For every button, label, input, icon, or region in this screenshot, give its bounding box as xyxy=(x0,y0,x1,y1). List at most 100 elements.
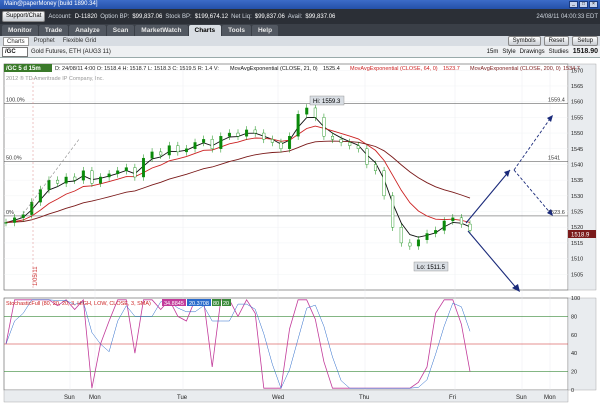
candle xyxy=(331,135,335,140)
account-bar: Support/Chat Account: D-11820 Option BP:… xyxy=(0,9,600,24)
studies-menu[interactable]: Studies xyxy=(549,47,569,57)
candle xyxy=(73,176,77,181)
osc-tick-label: 60 xyxy=(571,333,577,339)
tab-marketwatch[interactable]: MarketWatch xyxy=(135,25,188,36)
candle xyxy=(210,139,214,149)
time-tick-label: Mon xyxy=(89,395,101,401)
price-tick-label: 1540 xyxy=(571,162,583,168)
candle xyxy=(4,222,8,224)
candle xyxy=(348,142,352,146)
time-tick-label: Fri xyxy=(449,395,456,401)
tab-trade[interactable]: Trade xyxy=(38,25,69,36)
symbols-button[interactable]: Symbols xyxy=(507,36,541,46)
candle xyxy=(382,170,386,197)
symbol-input[interactable]: /GC xyxy=(2,46,28,57)
candle xyxy=(425,233,429,240)
price-tick-label: 1535 xyxy=(571,178,583,184)
net-liq-label: Net Liq: xyxy=(231,13,252,20)
fib-level-label: 0% xyxy=(6,210,14,216)
time-tick-label: Thu xyxy=(359,395,369,401)
candle xyxy=(365,148,369,165)
stock-bp-value: $199,674.12 xyxy=(194,13,229,20)
study-legend-value: 1523.7 xyxy=(443,66,460,72)
option-bp-label: Option BP: xyxy=(100,13,130,20)
candle xyxy=(90,170,94,184)
avail-value: $99,837.06 xyxy=(305,13,336,20)
stoch-fullk: 34.8845 xyxy=(164,301,184,307)
reset-button[interactable]: Reset xyxy=(543,36,570,46)
account-label: Account: xyxy=(48,13,72,20)
candle xyxy=(141,157,145,178)
candle xyxy=(296,114,300,137)
price-tick-label: 1545 xyxy=(571,147,583,153)
candle xyxy=(356,145,360,149)
study-legend-label: MovAvgExponential (CLOSE, 64, 0) xyxy=(350,66,438,72)
stoch-overbought: 80 xyxy=(213,301,219,307)
candle xyxy=(451,217,455,222)
tab-monitor[interactable]: Monitor xyxy=(2,25,38,36)
candle xyxy=(408,242,412,247)
fib-value-label: 1559.4 xyxy=(548,98,565,104)
interval-selector[interactable]: 15m xyxy=(487,47,499,57)
price-tick-label: 1565 xyxy=(571,84,583,90)
candle xyxy=(219,135,223,149)
drawings-menu[interactable]: Drawings xyxy=(520,47,545,57)
time-tick-label: Sun xyxy=(516,395,527,401)
minimize-icon[interactable]: _ xyxy=(569,1,578,8)
price-tick-label: 1555 xyxy=(571,115,583,121)
price-tick-label: 1515 xyxy=(571,241,583,247)
candle xyxy=(133,167,137,178)
subtab-charts[interactable]: Charts xyxy=(3,36,29,46)
stoch-fulld: 20.3708 xyxy=(189,301,209,307)
account-id[interactable]: D-11820 xyxy=(75,14,98,20)
net-liq-value: $99,837.06 xyxy=(254,13,285,20)
support-chat-button[interactable]: Support/Chat xyxy=(2,11,46,22)
tab-scan[interactable]: Scan xyxy=(106,25,135,36)
candle xyxy=(21,214,25,219)
study-legend-value: 1525.4 xyxy=(323,66,340,72)
osc-tick-label: 40 xyxy=(571,351,577,357)
osc-tick-label: 100 xyxy=(571,296,580,302)
time-tick-label: Mon xyxy=(544,395,556,401)
oscillator-axis[interactable] xyxy=(567,297,597,391)
candle xyxy=(270,139,274,143)
stoch-legend-label: StochasticFull (80, 20, 20, 3, HIGH, LOW… xyxy=(6,301,151,307)
fib-level-label: 50.0% xyxy=(6,155,22,161)
candle xyxy=(305,107,309,115)
candle xyxy=(202,139,206,143)
candle xyxy=(38,189,42,203)
style-menu[interactable]: Style xyxy=(502,47,515,57)
candle xyxy=(279,142,283,149)
price-tick-label: 1530 xyxy=(571,194,583,200)
close-icon[interactable]: × xyxy=(589,1,598,8)
candle xyxy=(373,164,377,171)
candle xyxy=(47,179,51,190)
subtab-prophet[interactable]: Prophet xyxy=(31,37,58,46)
candle xyxy=(56,179,60,184)
copyright: 2012 ® TD Ameritrade IP Company, Inc. xyxy=(6,75,104,82)
study-legend-value: 1534.7 xyxy=(563,66,580,72)
osc-tick-label: 0 xyxy=(571,388,574,394)
candle xyxy=(107,173,111,178)
low-label: Lo: 1511.5 xyxy=(417,265,446,271)
tab-analyze[interactable]: Analyze xyxy=(69,25,106,36)
date-marker-label: 1/05/11 xyxy=(33,266,39,286)
price-tick-label: 1560 xyxy=(571,100,583,106)
chart-svg[interactable]: 1570156515601555155015451540153515301525… xyxy=(0,58,600,416)
tab-help[interactable]: Help xyxy=(251,25,279,36)
candle xyxy=(81,170,85,181)
maximize-icon[interactable]: □ xyxy=(579,1,588,8)
osc-tick-label: 20 xyxy=(571,370,577,376)
tab-tools[interactable]: Tools xyxy=(222,25,251,36)
setup-button[interactable]: Setup xyxy=(572,36,598,46)
candle xyxy=(184,148,188,153)
avail-label: Avail: xyxy=(287,13,303,20)
subtab-flexible-grid[interactable]: Flexible Grid xyxy=(60,37,100,46)
chart-area[interactable]: 1570 1565 1560 1555 1550 1545 1540 1535 1530 1525… xyxy=(0,58,600,416)
candle xyxy=(434,230,438,234)
window-titlebar: Main@paperMoney [build 1890.34] _ □ × xyxy=(0,0,600,9)
candle xyxy=(99,176,103,184)
tab-charts[interactable]: Charts xyxy=(188,25,222,36)
thinkorswim-window: Main@paperMoney [build 1890.34] _ □ × Su… xyxy=(0,0,600,416)
candle xyxy=(468,223,472,231)
